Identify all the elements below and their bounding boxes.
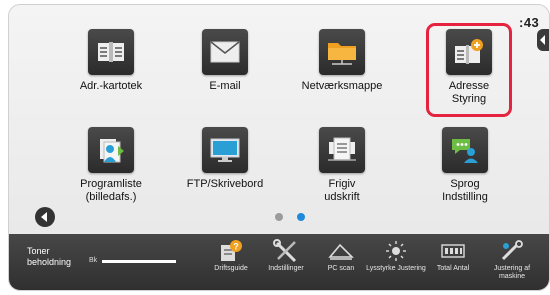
- brightness-icon: [366, 238, 426, 264]
- toner-color-label: Bk: [89, 257, 98, 264]
- app-label: Adr.-kartotek: [79, 80, 143, 92]
- toner-status: Toner beholdning Bk: [27, 246, 176, 268]
- app-ftp-skrivebord[interactable]: FTP/Skrivebord: [165, 127, 285, 191]
- app-email[interactable]: E-mail: [165, 29, 285, 93]
- app-frigiv-udskrift[interactable]: Frigiv udskrift: [282, 127, 402, 204]
- previous-page-button[interactable]: [35, 207, 55, 227]
- app-adr-kartotek[interactable]: Adr.-kartotek: [51, 29, 171, 93]
- envelope-icon: [202, 29, 248, 75]
- language-icon: [442, 127, 488, 173]
- clock: :43: [519, 15, 540, 30]
- tool-label: Total Antal: [436, 265, 470, 272]
- counter-icon: [423, 238, 483, 264]
- app-label: FTP/Skrivebord: [186, 178, 264, 190]
- app-netvaerksmappe[interactable]: Netværksmappe: [282, 29, 402, 93]
- app-label: Sprog Indstilling: [442, 178, 488, 203]
- app-label: E-mail: [209, 80, 241, 92]
- toner-level-bar: [102, 260, 176, 263]
- tool-total-antal[interactable]: Total Antal: [423, 238, 483, 273]
- app-label: Programliste (billedafs.): [80, 178, 142, 203]
- tool-lysstyrke[interactable]: Lysstyrke Justering: [366, 238, 426, 273]
- bottom-toolbar: Toner beholdning Bk ? Driftsguide Indsti…: [9, 234, 549, 290]
- machine-adjust-icon: [482, 238, 542, 264]
- address-book-icon: [88, 29, 134, 75]
- tool-label: Lysstyrke Justering: [366, 265, 426, 272]
- program-list-icon: [88, 127, 134, 173]
- app-programliste[interactable]: Programliste (billedafs.): [51, 127, 171, 204]
- tool-label: PC scan: [327, 265, 355, 272]
- app-label: Netværksmappe: [301, 80, 383, 92]
- tool-label: Indstillinger: [268, 265, 304, 272]
- tool-driftsguide[interactable]: ? Driftsguide: [201, 238, 261, 273]
- app-sprog-indstilling[interactable]: Sprog Indstilling: [405, 127, 525, 204]
- page-indicator-dot-active: [297, 213, 305, 221]
- guide-icon: ?: [201, 238, 261, 264]
- network-folder-icon: [319, 29, 365, 75]
- pc-scan-icon: [311, 238, 371, 264]
- side-panel-tab[interactable]: [537, 29, 549, 51]
- toner-label: Toner beholdning: [27, 246, 72, 267]
- page-indicator-dot: [275, 213, 283, 221]
- tool-label: Driftsguide: [214, 265, 248, 272]
- tool-justering[interactable]: Justering af maskine: [482, 238, 542, 281]
- app-label: Frigiv udskrift: [324, 178, 360, 203]
- tool-pc-scan[interactable]: PC scan: [311, 238, 371, 273]
- highlight-frame: [426, 23, 512, 117]
- tool-label: Justering af maskine: [493, 265, 531, 280]
- settings-tools-icon: [256, 238, 316, 264]
- svg-text:?: ?: [233, 242, 239, 252]
- tool-indstillinger[interactable]: Indstillinger: [256, 238, 316, 273]
- release-print-icon: [319, 127, 365, 173]
- home-screen: :43 Adr.-kartotek E-mail Netværksmappe A…: [8, 4, 550, 291]
- monitor-icon: [202, 127, 248, 173]
